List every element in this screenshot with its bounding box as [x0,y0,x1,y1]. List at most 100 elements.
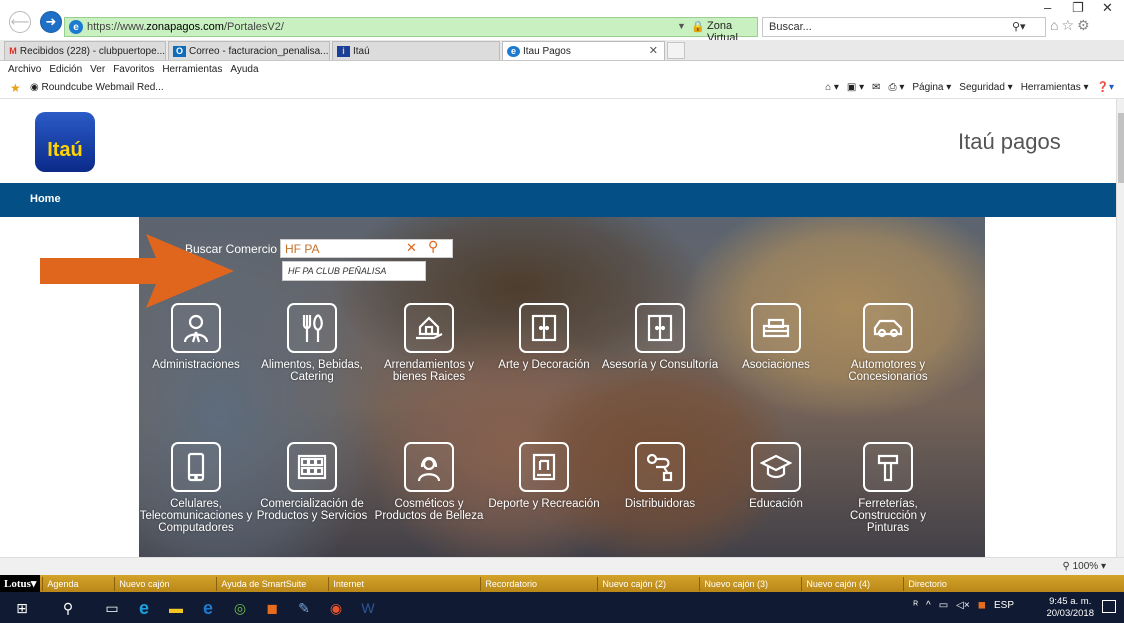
category-deporte[interactable]: Deporte y Recreación [484,442,604,510]
category-asociaciones[interactable]: Asociaciones [716,303,836,371]
search-icon[interactable]: ⚲ [428,238,438,255]
address-row: ⟵ ➜ e https://www.zonapagos.com/Portales… [0,0,1124,56]
woman-icon [404,442,454,492]
menu-ayuda[interactable]: Ayuda [230,64,258,75]
category-distribuidoras[interactable]: Distribuidoras [600,442,720,510]
mail-icon[interactable]: ✉ [872,82,880,93]
category-comercializacion[interactable]: Comercialización de Productos y Servicio… [252,442,372,522]
category-alimentos[interactable]: Alimentos, Bebidas, Catering [252,303,372,383]
new-tab-button[interactable] [667,42,685,59]
tab-itau[interactable]: i Itaú [332,41,500,60]
volume-icon[interactable]: ◁× [956,600,970,611]
graduation-cap-icon [751,442,801,492]
back-button[interactable]: ⟵ [9,11,31,33]
orange-arrow-annotation [40,234,234,308]
close-icon[interactable]: ✕ [1102,0,1113,16]
help-icon[interactable]: ❓▾ [1097,82,1114,93]
category-administraciones[interactable]: Administraciones [136,303,256,371]
nav-home-link[interactable]: Home [30,193,61,205]
menu-ver[interactable]: Ver [90,64,105,75]
menu-archivo[interactable]: Archivo [8,64,41,75]
command-bar: ⌂ ▾ ▣ ▾ ✉ ⎙ ▾ Página ▾ Seguridad ▾ Herra… [825,82,1114,93]
people-icon[interactable]: ᴿ [913,600,918,611]
home-icon[interactable]: ⌂ ▾ [825,82,839,93]
word-icon[interactable]: W [358,598,378,618]
browser-search-input[interactable]: Buscar... [762,17,1046,37]
network-icon[interactable]: ▭ [939,600,948,611]
category-arte-decoracion[interactable]: Arte y Decoración [484,303,604,371]
car-icon [863,303,913,353]
lotus-drawer-1[interactable]: Nuevo cajón [114,576,214,591]
cutlery-icon [287,303,337,353]
lotus-drawer-3[interactable]: Nuevo cajón (3) [699,576,799,591]
chevron-up-icon[interactable]: ^ [926,600,931,611]
language-indicator[interactable]: ESP [994,600,1014,611]
ie-icon: e [507,45,520,57]
forward-button[interactable]: ➜ [40,11,62,33]
ie-icon[interactable]: e [198,598,218,618]
task-view-icon[interactable]: ▭ [102,598,122,618]
itau-logo[interactable]: Itaú [35,112,95,172]
shirt-icon [519,442,569,492]
lotus-help[interactable]: Ayuda de SmartSuite [216,576,326,591]
door-icon [635,303,685,353]
minimize-icon[interactable]: – [1044,0,1051,15]
windows-start-icon[interactable]: ⊞ [12,598,32,618]
house-hand-icon [404,303,454,353]
chrome-icon[interactable]: ◉ [326,598,346,618]
favorite-link[interactable]: ◉ Roundcube Webmail Red... [30,82,164,93]
favorites-star-icon[interactable]: ★ [10,81,21,95]
search-icon[interactable]: ⚲▾ [1012,20,1026,33]
lotus-directory[interactable]: Directorio [903,576,983,591]
lotus-internet[interactable]: Internet [328,576,478,591]
clock[interactable]: 9:45 a. m. 20/03/2018 [1046,596,1094,620]
search-icon[interactable]: ⚲ [58,598,78,618]
tab-outlook[interactable]: O Correo - facturacion_penalisa... [168,41,330,60]
edge-icon[interactable]: e [134,598,154,618]
url-dropdown-icon[interactable]: ▼ [677,21,686,31]
lock-icon[interactable]: 🔒 [691,20,705,33]
close-icon[interactable]: ✕ [649,44,658,57]
lotus-agenda[interactable]: Agenda [42,576,112,591]
lotus-logo[interactable]: Lotus▾ [0,575,41,592]
category-ferreterias[interactable]: Ferreterías, Construcción y Pinturas [828,442,948,534]
menu-edicion[interactable]: Edición [49,64,82,75]
office-tray-icon[interactable]: ◼ [978,600,986,611]
clear-icon[interactable]: ✕ [406,240,417,256]
lotus-drawer-2[interactable]: Nuevo cajón (2) [597,576,697,591]
print-icon[interactable]: ⎙ ▾ [889,82,905,93]
category-asesoria[interactable]: Asesoría y Consultoría [600,303,720,371]
menu-favoritos[interactable]: Favoritos [113,64,154,75]
outlook-icon: O [173,45,186,57]
home-star-gear-icons[interactable]: ⌂☆⚙ [1050,17,1093,34]
app-green-icon[interactable]: ◎ [230,598,250,618]
tab-itau-pagos[interactable]: e Itau Pagos ✕ [502,41,665,60]
restore-icon[interactable]: ❐ [1072,0,1084,16]
autocomplete-suggestion[interactable]: HF PA CLUB PEÑALISA [282,261,426,281]
lotus-drawer-4[interactable]: Nuevo cajón (4) [801,576,901,591]
vertical-scrollbar[interactable] [1116,99,1124,557]
cmd-seguridad[interactable]: Seguridad ▾ [959,82,1012,93]
category-arrendamientos[interactable]: Arrendamientos y bienes Raices [369,303,489,383]
phone-icon [171,442,221,492]
scrollbar-thumb[interactable] [1118,113,1124,183]
tab-gmail[interactable]: M Recibidos (228) - clubpuertope... [4,41,166,60]
status-bar: ⚲ 100% ▾ [0,557,1124,575]
paint-icon[interactable]: ✎ [294,598,314,618]
menu-herramientas[interactable]: Herramientas [162,64,222,75]
feeds-icon[interactable]: ▣ ▾ [847,82,864,93]
address-bar[interactable]: e https://www.zonapagos.com/PortalesV2/ … [64,17,819,56]
category-educacion[interactable]: Educación [716,442,836,510]
file-explorer-icon[interactable]: ▬ [166,598,186,618]
lotus-smartcenter-bar: Lotus▾ Agenda Nuevo cajón Ayuda de Smart… [0,575,1124,592]
category-celulares[interactable]: Celulares, Telecomunicaciones y Computad… [136,442,256,534]
office-icon[interactable]: ◼ [262,598,282,618]
tab-strip: M Recibidos (228) - clubpuertope... O Co… [0,40,1124,61]
cmd-herramientas[interactable]: Herramientas ▾ [1021,82,1089,93]
lotus-reminder[interactable]: Recordatorio [480,576,595,591]
cmd-pagina[interactable]: Página ▾ [912,82,951,93]
category-automotores[interactable]: Automotores y Concesionarios [828,303,948,383]
category-cosmeticos[interactable]: Cosméticos y Productos de Belleza [369,442,489,522]
notification-icon[interactable] [1102,600,1116,613]
zoom-control[interactable]: ⚲ 100% ▾ [1063,561,1107,572]
